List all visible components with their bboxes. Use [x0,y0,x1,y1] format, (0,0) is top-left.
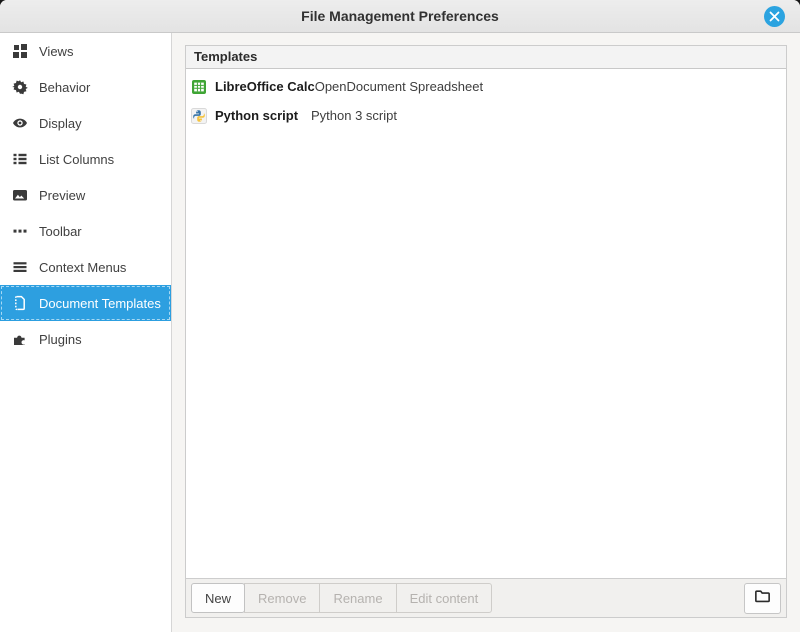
sidebar-item-context-menus[interactable]: Context Menus [0,249,171,285]
close-icon [769,11,780,22]
titlebar[interactable]: File Management Preferences [0,0,800,33]
templates-header-label: Templates [194,49,257,64]
folder-icon [753,587,772,609]
window-content: Views Behavior [0,33,800,632]
templates-header: Templates [186,46,786,69]
file-management-preferences-window: File Management Preferences Views [0,0,800,632]
sidebar-item-label: Toolbar [39,224,82,239]
templates-list: LibreOffice Calc OpenDocument Spreadshee… [186,69,786,578]
sidebar-item-toolbar[interactable]: Toolbar [0,213,171,249]
sidebar-item-views[interactable]: Views [0,33,171,69]
sidebar-item-label: Context Menus [39,260,126,275]
template-name: LibreOffice Calc [215,79,315,94]
sidebar-item-plugins[interactable]: Plugins [0,321,171,357]
remove-button[interactable]: Remove [244,583,320,613]
python-icon [191,108,207,124]
template-actions-group: New Remove Rename Edit content [191,583,492,613]
sidebar-item-behavior[interactable]: Behavior [0,69,171,105]
list-columns-icon [12,151,28,167]
open-templates-folder-button[interactable] [744,583,781,614]
dots-icon [12,223,28,239]
sidebar-item-label: Plugins [39,332,82,347]
image-icon [12,187,28,203]
template-description: Python 3 script [311,108,397,123]
sidebar-item-list-columns[interactable]: List Columns [0,141,171,177]
sidebar-item-label: Preview [39,188,85,203]
calc-icon [191,79,207,95]
template-row-libreoffice-calc[interactable]: LibreOffice Calc OpenDocument Spreadshee… [186,72,786,101]
templates-toolbar: New Remove Rename Edit content [186,578,786,617]
sidebar-item-document-templates[interactable]: Document Templates [0,285,171,321]
sidebar-item-display[interactable]: Display [0,105,171,141]
sidebar-item-label: List Columns [39,152,114,167]
window-title: File Management Preferences [0,0,800,32]
templates-panel: Templates LibreOffice Calc OpenDocumen [185,45,787,618]
sidebar: Views Behavior [0,33,172,632]
template-name: Python script [215,108,311,123]
main-area: Templates LibreOffice Calc OpenDocumen [172,33,800,632]
sidebar-item-preview[interactable]: Preview [0,177,171,213]
eye-icon [12,115,28,131]
new-button[interactable]: New [191,583,245,613]
menu-lines-icon [12,259,28,275]
puzzle-icon [12,331,28,347]
gear-icon [12,79,28,95]
template-row-python-script[interactable]: Python script Python 3 script [186,101,786,130]
sidebar-item-label: Document Templates [39,296,161,311]
grid-icon [12,43,28,59]
sidebar-item-label: Behavior [39,80,90,95]
document-icon [12,295,28,311]
template-description: OpenDocument Spreadsheet [315,79,483,94]
close-button[interactable] [764,6,785,27]
edit-content-button[interactable]: Edit content [396,583,493,613]
rename-button[interactable]: Rename [319,583,396,613]
sidebar-item-label: Display [39,116,82,131]
sidebar-item-label: Views [39,44,73,59]
